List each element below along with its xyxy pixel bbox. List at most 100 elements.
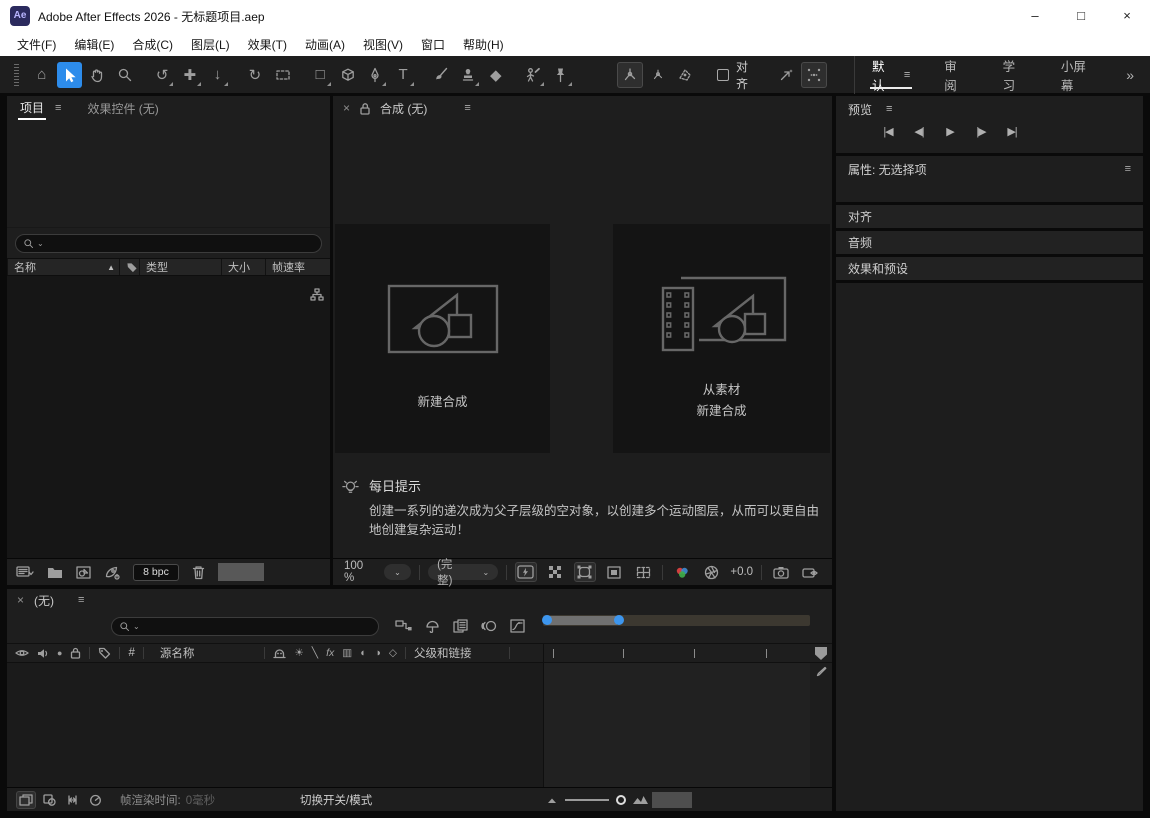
frame-blend-icon[interactable]: ▥ — [342, 647, 352, 659]
renderer-icon[interactable] — [104, 565, 120, 580]
exposure-button[interactable] — [701, 562, 722, 582]
flowchart-icon[interactable] — [310, 288, 324, 301]
fast-preview-button[interactable] — [515, 562, 537, 582]
time-navigator-segment[interactable] — [546, 616, 618, 625]
toolbar-grip[interactable] — [14, 64, 19, 86]
next-frame-button[interactable]: |▶ — [971, 122, 991, 140]
time-navigator-bar[interactable] — [543, 615, 810, 626]
draft-3d-icon[interactable] — [425, 619, 440, 634]
column-label-tag[interactable] — [119, 259, 139, 275]
interpret-footage-icon[interactable] — [16, 565, 34, 579]
menu-file[interactable]: 文件(F) — [8, 36, 65, 53]
home-button[interactable]: ⌂ — [29, 62, 55, 88]
video-eye-icon[interactable] — [15, 648, 29, 658]
navigator-end-handle[interactable] — [614, 615, 624, 625]
shy-icon[interactable] — [273, 648, 286, 659]
transparency-grid-button[interactable] — [545, 562, 566, 582]
workspace-tab-default[interactable]: 默认 ≡ — [872, 56, 910, 94]
expand-layer-switches-button[interactable] — [16, 791, 36, 809]
preview-title[interactable]: 预览 — [848, 101, 872, 118]
new-composition-icon[interactable] — [76, 566, 91, 579]
exposure-value[interactable]: +0.0 — [730, 566, 753, 578]
snap-option-2-button[interactable] — [801, 62, 827, 88]
close-panel-icon[interactable]: × — [17, 593, 24, 607]
timeline-search-input[interactable]: ⌄ — [111, 617, 379, 636]
axis-mode-world-button[interactable] — [645, 62, 671, 88]
adjustment-layer-icon[interactable]: ◑ — [375, 647, 381, 659]
scrollbar-thumb[interactable] — [218, 563, 264, 581]
close-button[interactable]: × — [1104, 0, 1150, 32]
column-size[interactable]: 大小 — [221, 259, 265, 275]
tab-project[interactable]: 项目 — [18, 96, 46, 120]
mask-visibility-button[interactable] — [574, 562, 596, 582]
rotate-tool[interactable]: ↻ — [242, 62, 268, 88]
channels-button[interactable] — [671, 562, 692, 582]
new-composition-from-footage-card[interactable]: 从素材 新建合成 — [613, 224, 830, 453]
search-options-icon[interactable]: ⌄ — [133, 622, 140, 631]
workspace-menu-icon[interactable]: ≡ — [904, 69, 910, 81]
maximize-button[interactable]: □ — [1058, 0, 1104, 32]
search-options-icon[interactable]: ⌄ — [37, 239, 44, 248]
menu-layer[interactable]: 图层(L) — [182, 36, 239, 53]
tab-effect-controls[interactable]: 效果控件 (无) — [87, 100, 158, 117]
timeline-panel-menu-icon[interactable]: ≡ — [78, 594, 84, 606]
orbit-camera-tool[interactable]: ↺ — [149, 62, 175, 88]
snap-option-1-button[interactable] — [774, 62, 800, 88]
zoom-slider-handle[interactable] — [616, 795, 626, 805]
trash-icon[interactable] — [192, 565, 205, 580]
brush-tool[interactable] — [428, 62, 454, 88]
zoom-in-mountains-icon[interactable] — [633, 795, 648, 805]
label-tag-icon[interactable] — [98, 647, 111, 659]
unlock-icon[interactable] — [359, 102, 371, 115]
expand-transfer-controls-button[interactable] — [39, 791, 59, 809]
menu-composition[interactable]: 合成(C) — [123, 36, 182, 53]
menu-effect[interactable]: 效果(T) — [239, 36, 296, 53]
text-tool[interactable]: T — [390, 62, 416, 88]
solo-icon[interactable]: ● — [57, 648, 62, 658]
quality-icon[interactable]: ╲ — [312, 647, 318, 659]
timeline-tab-label[interactable]: (无) — [34, 592, 54, 609]
selection-tool[interactable] — [57, 62, 83, 88]
column-name[interactable]: 名称 ▲ — [7, 259, 119, 275]
last-frame-button[interactable]: ▶| — [1002, 122, 1022, 140]
close-panel-icon[interactable]: × — [343, 101, 350, 115]
resolution-dropdown[interactable]: (完整) ⌄ — [428, 564, 498, 580]
comp-marker-icon[interactable] — [815, 666, 827, 678]
source-name-column[interactable]: 源名称 — [160, 645, 195, 661]
time-ruler[interactable] — [543, 644, 810, 662]
preview-panel-menu-icon[interactable]: ≡ — [886, 103, 892, 115]
minimize-button[interactable]: – — [1012, 0, 1058, 32]
mini-flowchart-icon[interactable] — [395, 619, 412, 634]
workspace-overflow-button[interactable]: » — [1126, 67, 1134, 83]
workspace-tab-small-screen[interactable]: 小屏幕 — [1061, 56, 1097, 94]
zoom-tool[interactable] — [112, 62, 138, 88]
hand-tool[interactable] — [84, 62, 110, 88]
column-type[interactable]: 类型 — [139, 259, 221, 275]
comp-marker-bin[interactable] — [810, 644, 832, 662]
project-item-list[interactable] — [7, 276, 330, 558]
track-area[interactable] — [543, 663, 810, 787]
magnification-dropdown[interactable]: ⌄ — [384, 564, 411, 580]
show-snapshot-button[interactable] — [799, 562, 820, 582]
menu-animation[interactable]: 动画(A) — [296, 36, 354, 53]
eraser-tool[interactable]: ◆ — [483, 62, 509, 88]
play-button[interactable]: ▶ — [940, 122, 960, 140]
pen-tool[interactable] — [363, 62, 389, 88]
pan-camera-tool[interactable]: ✚ — [177, 62, 203, 88]
toggle-switches-modes-button[interactable]: 切换开关/模式 — [300, 792, 372, 808]
column-frame-rate[interactable]: 帧速率 — [265, 259, 330, 275]
motion-blur-switch-icon[interactable]: ◐ — [360, 647, 366, 659]
menu-edit[interactable]: 编辑(E) — [65, 36, 123, 53]
graph-editor-icon[interactable] — [510, 619, 525, 634]
grid-guides-button[interactable] — [633, 562, 654, 582]
timeline-scrollbar-thumb[interactable] — [652, 792, 692, 808]
previous-frame-button[interactable]: ◀| — [909, 122, 929, 140]
project-panel-menu-icon[interactable]: ≡ — [55, 102, 61, 114]
clone-stamp-tool[interactable] — [455, 62, 481, 88]
workspace-tab-learn[interactable]: 学习 — [1003, 56, 1027, 94]
first-frame-button[interactable]: |◀ — [878, 122, 898, 140]
lock-icon[interactable] — [70, 647, 81, 659]
axis-mode-local-button[interactable] — [617, 62, 643, 88]
effects-presets-panel-header[interactable]: 效果和预设 — [836, 257, 1143, 280]
expand-inout-button[interactable] — [62, 791, 82, 809]
